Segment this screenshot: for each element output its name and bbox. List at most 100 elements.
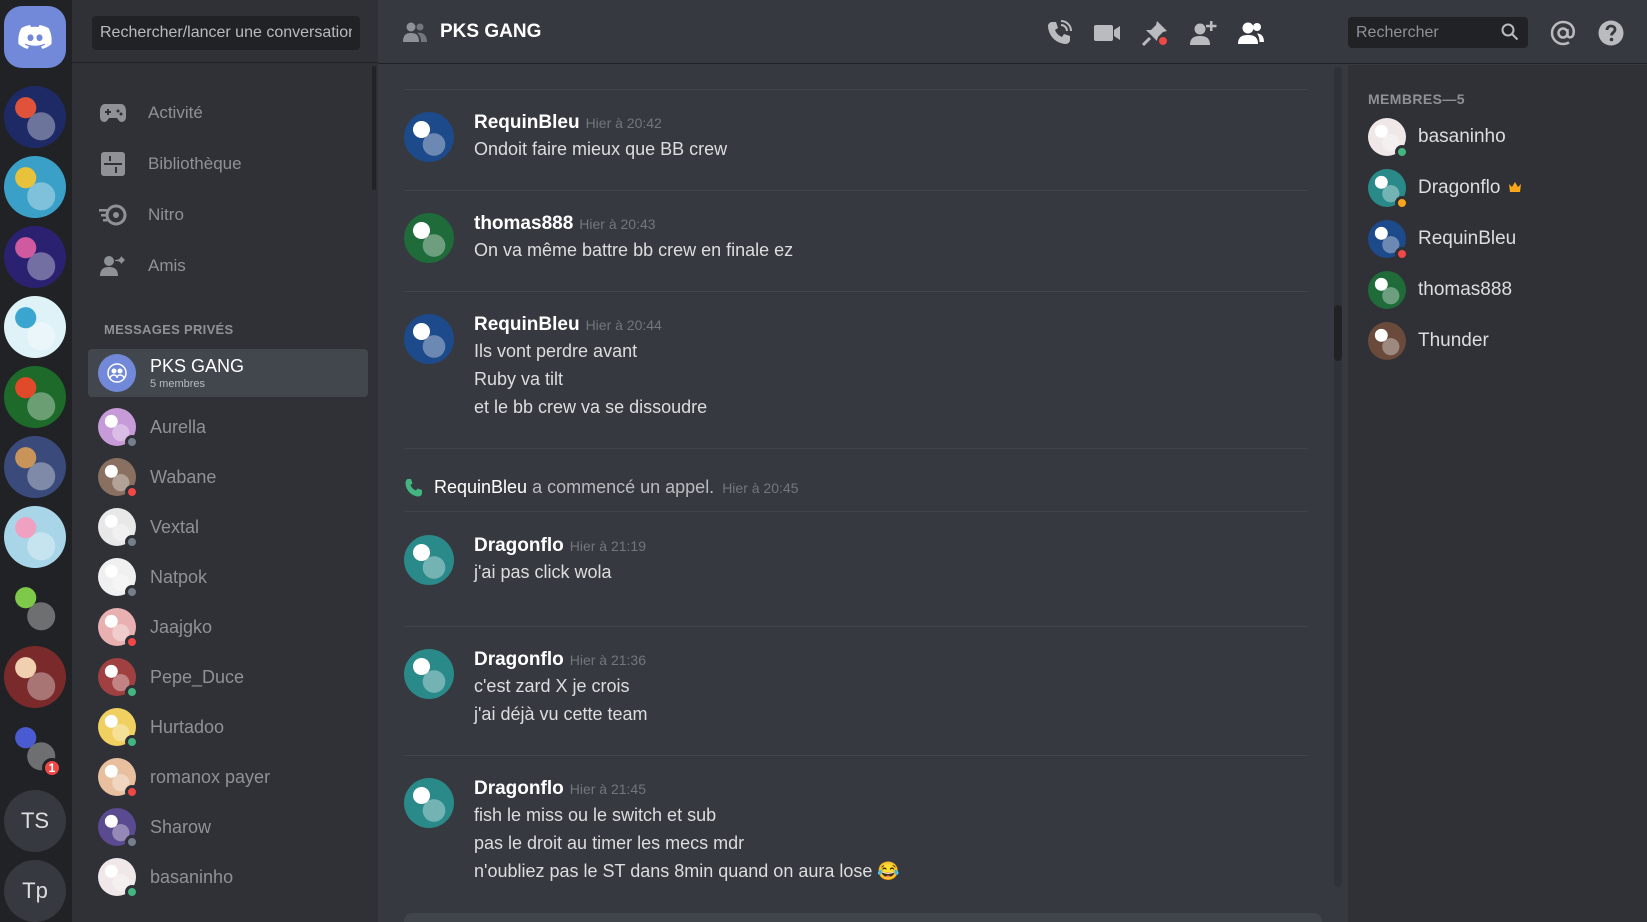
dm-name: basaninho	[150, 866, 234, 887]
search-icon	[1501, 23, 1519, 41]
dm-item-natpok[interactable]: Natpok	[88, 553, 368, 601]
message-composer[interactable]	[404, 913, 1322, 922]
nav-nitro[interactable]: Nitro	[98, 193, 368, 237]
server-icon-5[interactable]	[4, 366, 66, 428]
help-icon[interactable]	[1594, 16, 1628, 50]
start-voice-call-icon[interactable]	[1042, 16, 1076, 50]
server-icon-3[interactable]	[4, 226, 66, 288]
server-icon-8[interactable]	[4, 576, 66, 638]
message-author[interactable]: Dragonflo	[474, 778, 564, 799]
status-indicator	[125, 435, 139, 449]
nav-activity[interactable]: Activité	[98, 91, 368, 135]
status-indicator	[1395, 247, 1409, 261]
nitro-icon	[98, 200, 128, 230]
pinned-messages-icon[interactable]	[1138, 16, 1172, 50]
status-indicator	[125, 785, 139, 799]
dm-item-pks-gang[interactable]: PKS GANG 5 membres	[88, 349, 368, 397]
sidebar-scrollbar[interactable]	[372, 66, 376, 190]
dm-name: Sharow	[150, 816, 212, 837]
message-author[interactable]: RequinBleu	[474, 314, 580, 335]
dm-item-sharow[interactable]: Sharow	[88, 803, 368, 851]
message-timestamp: Hier à 20:44	[585, 317, 662, 333]
call-author[interactable]: RequinBleu	[434, 477, 527, 498]
server-icon-9[interactable]	[4, 646, 66, 708]
message-timestamp: Hier à 21:45	[569, 781, 646, 797]
message-timestamp: Hier à 21:19	[569, 538, 646, 554]
nav-label: Activité	[148, 103, 203, 122]
message-author[interactable]: RequinBleu	[474, 112, 580, 133]
status-indicator	[125, 885, 139, 899]
message-scrollbar-track[interactable]	[1334, 67, 1342, 887]
server-icon-7[interactable]	[4, 506, 66, 568]
avatar[interactable]	[404, 778, 454, 828]
avatar[interactable]	[404, 314, 454, 364]
conversation-search-input[interactable]	[92, 16, 360, 50]
dm-item-romanox-payer[interactable]: romanox payer	[88, 753, 368, 801]
library-icon	[98, 149, 128, 179]
avatar[interactable]	[404, 213, 454, 263]
dm-name: Wabane	[150, 466, 217, 487]
server-tp[interactable]: Tp	[4, 860, 66, 922]
dm-item-basaninho[interactable]: basaninho	[88, 853, 368, 901]
avatar[interactable]	[404, 649, 454, 699]
dm-item-hurtadoo[interactable]: Hurtadoo	[88, 703, 368, 751]
dm-name: Natpok	[150, 566, 208, 587]
server-icon-6[interactable]	[4, 436, 66, 498]
dm-item-wabane[interactable]: Wabane	[88, 453, 368, 501]
group-avatar	[98, 354, 136, 392]
avatar	[1368, 271, 1406, 309]
message-author[interactable]: thomas888	[474, 213, 573, 234]
crown-icon	[1508, 177, 1522, 199]
member-dragonflo[interactable]: Dragonflo	[1368, 168, 1522, 210]
group-dm-icon	[402, 21, 428, 43]
mentions-icon[interactable]	[1546, 16, 1580, 50]
phone-call-icon	[405, 478, 422, 496]
server-ts[interactable]: TS	[4, 790, 66, 852]
member-thomas888[interactable]: thomas888	[1368, 270, 1512, 310]
start-video-call-icon[interactable]	[1090, 16, 1124, 50]
divider	[72, 62, 378, 63]
message-text: n'oubliez pas le ST dans 8min quand on a…	[474, 861, 900, 881]
message-text: pas le droit au timer les mecs mdr	[474, 833, 745, 853]
server-icon-4[interactable]	[4, 296, 66, 358]
avatar[interactable]	[404, 535, 454, 585]
member-basaninho[interactable]: basaninho	[1368, 117, 1506, 159]
message-author[interactable]: Dragonflo	[474, 649, 564, 670]
nav-library[interactable]: Bibliothèque	[98, 142, 368, 186]
member-list-icon[interactable]	[1234, 16, 1268, 50]
message-scrollbar-thumb[interactable]	[1334, 305, 1342, 361]
dm-item-pepe-duce[interactable]: Pepe_Duce	[88, 653, 368, 701]
member-name: basaninho	[1418, 126, 1506, 147]
nav-friends[interactable]: Amis	[98, 244, 368, 288]
message-divider	[404, 626, 1308, 627]
message-text: j'ai pas click wola	[474, 562, 612, 582]
status-indicator	[1395, 196, 1409, 210]
message-timestamp: Hier à 20:43	[579, 216, 656, 232]
dm-item-jaajgko[interactable]: Jaajgko	[88, 603, 368, 651]
member-requinbleu[interactable]: RequinBleu	[1368, 219, 1517, 261]
message-text: Ils vont perdre avant	[474, 341, 638, 361]
message-text: fish le miss ou le switch et sub	[474, 805, 717, 825]
dm-name: Aurella	[150, 416, 207, 437]
avatar	[1368, 169, 1409, 210]
dm-item-aurella[interactable]: Aurella	[88, 403, 368, 451]
status-indicator	[125, 635, 139, 649]
add-friends-to-dm-icon[interactable]	[1186, 16, 1220, 50]
dm-member-count: 5 membres	[150, 378, 206, 390]
member-thunder[interactable]: Thunder	[1368, 321, 1489, 361]
server-rail: 1 TS Tp	[0, 0, 72, 922]
member-name: RequinBleu	[1418, 228, 1517, 249]
avatar	[1368, 322, 1406, 360]
call-timestamp: Hier à 20:45	[722, 479, 799, 496]
call-started-event: RequinBleu a commencé un appel. Hier à 2…	[404, 477, 798, 498]
message-list[interactable]: RequinBleu Hier à 20:42 Ondoit faire mieu…	[378, 65, 1348, 922]
home-button[interactable]	[4, 6, 66, 68]
server-icon-2[interactable]	[4, 156, 66, 218]
status-indicator	[125, 685, 139, 699]
avatar	[1368, 220, 1409, 261]
nav-label: Nitro	[148, 205, 184, 224]
avatar[interactable]	[404, 112, 454, 162]
dm-item-vextal[interactable]: Vextal	[88, 503, 368, 551]
server-icon-1[interactable]	[4, 86, 66, 148]
message-author[interactable]: Dragonflo	[474, 535, 564, 556]
